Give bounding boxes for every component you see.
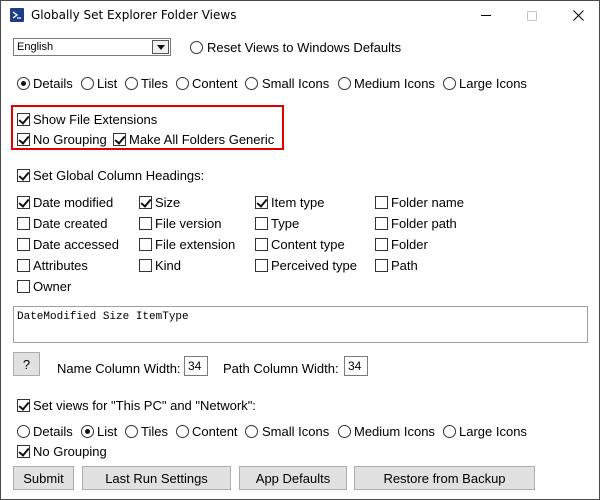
pc-no-grouping-label: No Grouping — [33, 444, 107, 459]
column-headings-label: Set Global Column Headings: — [33, 168, 205, 183]
view-list-radio[interactable] — [81, 77, 94, 90]
pc-large-radio[interactable] — [443, 425, 456, 438]
col-size-label: Size — [155, 195, 181, 210]
column-headings-textarea[interactable]: DateModified Size ItemType — [13, 306, 588, 343]
col-kind-label: Kind — [155, 258, 182, 273]
col-date-accessed-label: Date accessed — [33, 237, 119, 252]
view-medium-label: Medium Icons — [354, 76, 435, 91]
help-button[interactable]: ? — [13, 352, 40, 376]
col-content-type-checkbox[interactable] — [255, 238, 268, 251]
col-path-label: Path — [391, 258, 418, 273]
maximize-button[interactable] — [509, 1, 555, 30]
view-content-label: Content — [192, 76, 238, 91]
name-width-input[interactable]: 34 — [184, 356, 208, 376]
col-item-type-checkbox[interactable] — [255, 196, 268, 209]
language-value: English — [17, 41, 54, 53]
col-perceived-type-checkbox[interactable] — [255, 259, 268, 272]
col-file-extension-checkbox[interactable] — [139, 238, 152, 251]
close-button[interactable] — [555, 1, 600, 30]
col-folder-path-checkbox[interactable] — [375, 217, 388, 230]
view-large-label: Large Icons — [459, 76, 527, 91]
view-small-radio[interactable] — [245, 77, 258, 90]
col-folder-checkbox[interactable] — [375, 238, 388, 251]
view-large-radio[interactable] — [443, 77, 456, 90]
pc-medium-radio[interactable] — [338, 425, 351, 438]
col-file-version-checkbox[interactable] — [139, 217, 152, 230]
col-type-label: Type — [271, 216, 300, 231]
col-folder-label: Folder — [391, 237, 428, 252]
column-headings-checkbox[interactable] — [17, 169, 30, 182]
powershell-icon — [10, 8, 24, 22]
no-grouping-checkbox[interactable] — [17, 133, 30, 146]
app-defaults-button[interactable]: App Defaults — [239, 466, 347, 490]
pc-no-grouping-checkbox[interactable] — [17, 445, 30, 458]
reset-defaults-radio[interactable] — [190, 41, 203, 54]
language-select[interactable]: English — [13, 38, 171, 56]
last-run-settings-button[interactable]: Last Run Settings — [82, 466, 231, 490]
pc-tiles-radio[interactable] — [125, 425, 138, 438]
minimize-icon — [481, 15, 491, 16]
view-tiles-radio[interactable] — [125, 77, 138, 90]
pc-network-label: Set views for "This PC" and "Network": — [33, 398, 256, 413]
col-folder-name-checkbox[interactable] — [375, 196, 388, 209]
pc-content-radio[interactable] — [176, 425, 189, 438]
pc-list-label: List — [97, 424, 118, 439]
col-owner-checkbox[interactable] — [17, 280, 30, 293]
col-size-checkbox[interactable] — [139, 196, 152, 209]
restore-backup-button[interactable]: Restore from Backup — [354, 466, 535, 490]
col-folder-path-label: Folder path — [391, 216, 457, 231]
view-content-radio[interactable] — [176, 77, 189, 90]
col-file-version-label: File version — [155, 216, 222, 231]
pc-list-radio[interactable] — [81, 425, 94, 438]
col-kind-checkbox[interactable] — [139, 259, 152, 272]
col-file-extension-label: File extension — [155, 237, 236, 252]
col-type-checkbox[interactable] — [255, 217, 268, 230]
col-owner-label: Owner — [33, 279, 72, 294]
chevron-down-icon[interactable] — [152, 40, 169, 54]
pc-small-radio[interactable] — [245, 425, 258, 438]
close-icon — [572, 10, 584, 21]
name-width-label: Name Column Width: — [57, 361, 181, 376]
col-folder-name-label: Folder name — [391, 195, 464, 210]
pc-details-radio[interactable] — [17, 425, 30, 438]
col-content-type-label: Content type — [271, 237, 345, 252]
col-date-modified-label: Date modified — [33, 195, 114, 210]
show-extensions-label: Show File Extensions — [33, 112, 158, 127]
pc-content-label: Content — [192, 424, 238, 439]
make-generic-checkbox[interactable] — [113, 133, 126, 146]
pc-medium-label: Medium Icons — [354, 424, 435, 439]
pc-details-label: Details — [33, 424, 73, 439]
title-bar: Globally Set Explorer Folder Views — [1, 1, 599, 30]
col-date-created-label: Date created — [33, 216, 108, 231]
col-date-created-checkbox[interactable] — [17, 217, 30, 230]
col-item-type-label: Item type — [271, 195, 325, 210]
app-window: Globally Set Explorer Folder Views Engli… — [0, 0, 600, 500]
col-date-modified-checkbox[interactable] — [17, 196, 30, 209]
no-grouping-label: No Grouping — [33, 132, 107, 147]
pc-network-checkbox[interactable] — [17, 399, 30, 412]
col-date-accessed-checkbox[interactable] — [17, 238, 30, 251]
pc-small-label: Small Icons — [262, 424, 330, 439]
col-perceived-type-label: Perceived type — [271, 258, 357, 273]
maximize-icon — [527, 10, 537, 21]
window-title: Globally Set Explorer Folder Views — [31, 8, 237, 22]
view-details-radio[interactable] — [17, 77, 30, 90]
view-medium-radio[interactable] — [338, 77, 351, 90]
path-width-label: Path Column Width: — [223, 361, 339, 376]
reset-defaults-label: Reset Views to Windows Defaults — [207, 40, 402, 55]
col-path-checkbox[interactable] — [375, 259, 388, 272]
show-extensions-checkbox[interactable] — [17, 113, 30, 126]
view-details-label: Details — [33, 76, 73, 91]
col-attributes-label: Attributes — [33, 258, 88, 273]
col-attributes-checkbox[interactable] — [17, 259, 30, 272]
path-width-input[interactable]: 34 — [344, 356, 368, 376]
pc-large-label: Large Icons — [459, 424, 527, 439]
make-generic-label: Make All Folders Generic — [129, 132, 275, 147]
submit-button[interactable]: Submit — [13, 466, 74, 490]
pc-tiles-label: Tiles — [141, 424, 168, 439]
view-list-label: List — [97, 76, 118, 91]
view-small-label: Small Icons — [262, 76, 330, 91]
minimize-button[interactable] — [463, 1, 509, 30]
view-tiles-label: Tiles — [141, 76, 168, 91]
